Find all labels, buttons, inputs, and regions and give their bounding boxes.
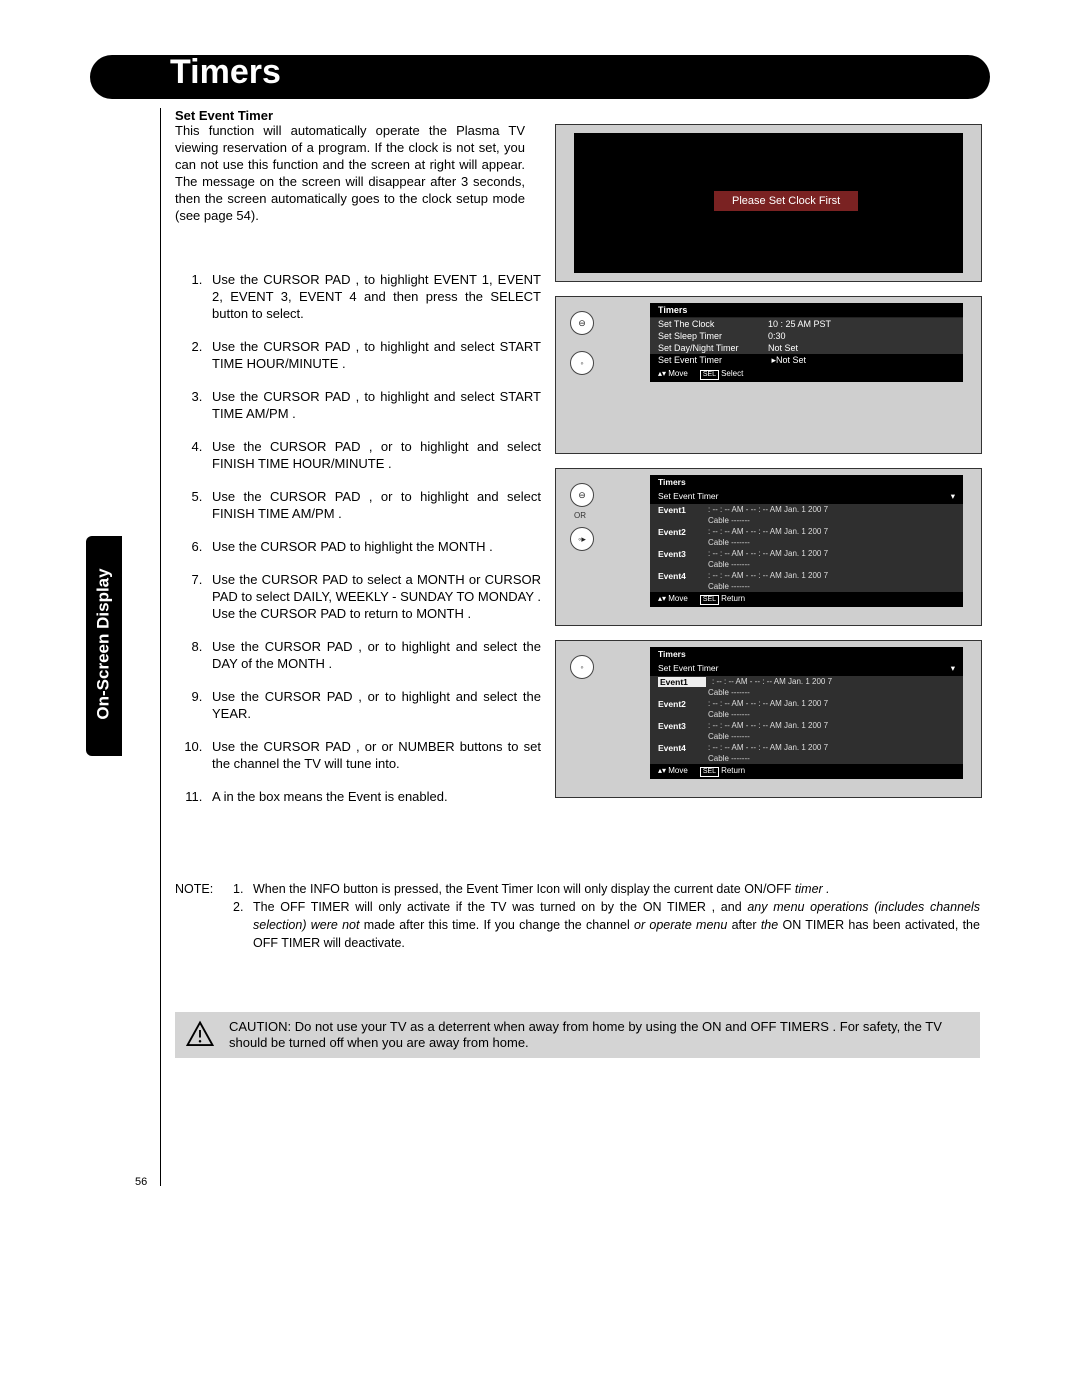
menu-title: Timers <box>650 303 963 318</box>
caution-text: CAUTION: Do not use your TV as a deterre… <box>229 1019 980 1051</box>
event-channel: Cable ------- <box>650 688 963 698</box>
foot-sel: Select <box>721 369 743 378</box>
step-item: Use the CURSOR PAD , to highlight EVENT … <box>206 271 541 322</box>
foot-move: Move <box>668 766 688 775</box>
page-number: 56 <box>135 1176 147 1188</box>
foot-sel: Return <box>721 594 745 603</box>
note-text-italic: the <box>761 918 778 932</box>
chevron-right-icon: ▸ <box>768 355 776 366</box>
notes-block: NOTE: 1. When the INFO button is pressed… <box>175 880 980 952</box>
menu-row-val: 0:30 <box>768 331 955 341</box>
menu-row-key: Set Day/Night Timer <box>658 343 768 353</box>
side-tab-label: On-Screen Display <box>94 568 114 719</box>
event-label: Event1 <box>658 505 702 515</box>
note-text-italic: or operate menu <box>634 918 727 932</box>
foot-move: Move <box>668 594 688 603</box>
menu-sub: Set Event Timer <box>658 663 718 674</box>
side-tab: On-Screen Display <box>86 536 122 756</box>
remote-button-icon: ⊖ <box>570 483 594 507</box>
or-label: OR <box>574 511 586 520</box>
step-item: Use the CURSOR PAD , or to highlight and… <box>206 488 541 522</box>
event-time: : -- : -- AM - -- : -- AM Jan. 1 200 7 <box>708 505 955 515</box>
event-label: Event3 <box>658 721 702 731</box>
menu-row-val: Not Set <box>776 355 955 366</box>
menu-row-val: Not Set <box>768 343 955 353</box>
note-text: When the INFO button is pressed, the Eve… <box>253 882 791 896</box>
event-channel: Cable ------- <box>650 732 963 742</box>
step-item: Use the CURSOR PAD to select a MONTH or … <box>206 571 541 622</box>
sel-box-icon: SEL <box>700 370 719 380</box>
event-label: Event3 <box>658 549 702 559</box>
tv-message: Please Set Clock First <box>714 191 858 211</box>
osd-event-menu: Timers Set Event Timer ▾ Event1 : -- : -- … <box>650 475 963 607</box>
note-label: NOTE: <box>175 880 233 898</box>
event-time: : -- : -- AM - -- : -- AM Jan. 1 200 7 <box>708 571 955 581</box>
event-time: : -- : -- AM - -- : -- AM Jan. 1 200 7 <box>708 699 955 709</box>
menu-title: Timers <box>650 475 963 489</box>
note-number: 1. <box>233 880 253 898</box>
remote-button-icon: ⊖ <box>570 311 594 335</box>
note-text-italic: timer . <box>795 882 830 896</box>
step-item: A in the box means the Event is enabled. <box>206 788 541 805</box>
event-label: Event4 <box>658 571 702 581</box>
step-item: Use the CURSOR PAD , or to highlight and… <box>206 438 541 472</box>
step-item: Use the CURSOR PAD , to highlight and se… <box>206 388 541 422</box>
chevron-down-icon: ▾ <box>951 663 955 674</box>
steps-list: Use the CURSOR PAD , to highlight EVENT … <box>190 271 541 821</box>
sel-box-icon: SEL <box>700 595 719 605</box>
menu-row-val: 10 : 25 AM PST <box>768 319 955 329</box>
event-channel: Cable ------- <box>650 754 963 764</box>
caution-box: CAUTION: Do not use your TV as a deterre… <box>175 1012 980 1058</box>
menu-row-key: Set Event Timer <box>658 355 768 366</box>
menu-row-key: Set The Clock <box>658 319 768 329</box>
note-text: after <box>732 918 757 932</box>
page-title: Timers <box>170 53 281 92</box>
step-item: Use the CURSOR PAD , or to highlight and… <box>206 638 541 672</box>
tv-screenshot-event-list: ⊖ OR ◦▸ Timers Set Event Timer ▾ Event1 : … <box>555 468 982 626</box>
menu-row-key: Set Sleep Timer <box>658 331 768 341</box>
step-item: Use the CURSOR PAD , to highlight and se… <box>206 338 541 372</box>
note-text: The OFF TIMER will only activate if the … <box>253 900 742 914</box>
menu-sub: Set Event Timer <box>658 491 718 502</box>
event-channel: Cable ------- <box>650 710 963 720</box>
section-heading: Set Event Timer <box>175 108 273 123</box>
remote-button-icon: ◦ <box>570 655 594 679</box>
sel-box-icon: SEL <box>700 767 719 777</box>
note-number: 2. <box>233 898 253 952</box>
event-channel: Cable ------- <box>650 516 963 526</box>
event-label: Event2 <box>658 699 702 709</box>
event-time: : -- : -- AM - -- : -- AM Jan. 1 200 7 <box>708 721 955 731</box>
warning-icon <box>185 1020 215 1050</box>
remote-button-icon: ◦▸ <box>570 527 594 551</box>
note-text: made after this time. If you change the … <box>364 918 630 932</box>
note-text: ON TIMER has been <box>782 918 900 932</box>
menu-title: Timers <box>650 647 963 661</box>
osd-event-menu-selected: Timers Set Event Timer ▾ Event1 : -- : -- … <box>650 647 963 779</box>
remote-button-icon: ◦ <box>570 351 594 375</box>
event-label: Event4 <box>658 743 702 753</box>
event-label-selected: Event1 <box>658 677 706 687</box>
chevron-down-icon: ▾ <box>951 491 955 502</box>
event-label: Event2 <box>658 527 702 537</box>
step-item: Use the CURSOR PAD , or to highlight and… <box>206 688 541 722</box>
foot-move: Move <box>668 369 688 378</box>
event-time: : -- : -- AM - -- : -- AM Jan. 1 200 7 <box>712 677 955 687</box>
event-time: : -- : -- AM - -- : -- AM Jan. 1 200 7 <box>708 527 955 537</box>
tv-screenshot-event-selected: ◦ Timers Set Event Timer ▾ Event1 : -- : -… <box>555 640 982 798</box>
osd-menu: Timers Set The Clock10 : 25 AM PST Set S… <box>650 303 963 382</box>
event-channel: Cable ------- <box>650 538 963 548</box>
divider-vertical <box>160 108 161 1186</box>
tv-screenshot-timers-menu: ⊖ ◦ Timers Set The Clock10 : 25 AM PST S… <box>555 296 982 454</box>
step-item: Use the CURSOR PAD , or or NUMBER button… <box>206 738 541 772</box>
event-time: : -- : -- AM - -- : -- AM Jan. 1 200 7 <box>708 743 955 753</box>
event-channel: Cable ------- <box>650 560 963 570</box>
foot-sel: Return <box>721 766 745 775</box>
tv-screenshot-clock-first: Please Set Clock First <box>555 124 982 282</box>
event-channel: Cable ------- <box>650 582 963 592</box>
step-item: Use the CURSOR PAD to highlight the MONT… <box>206 538 541 555</box>
event-time: : -- : -- AM - -- : -- AM Jan. 1 200 7 <box>708 549 955 559</box>
intro-paragraph: This function will automatically operate… <box>175 122 525 224</box>
